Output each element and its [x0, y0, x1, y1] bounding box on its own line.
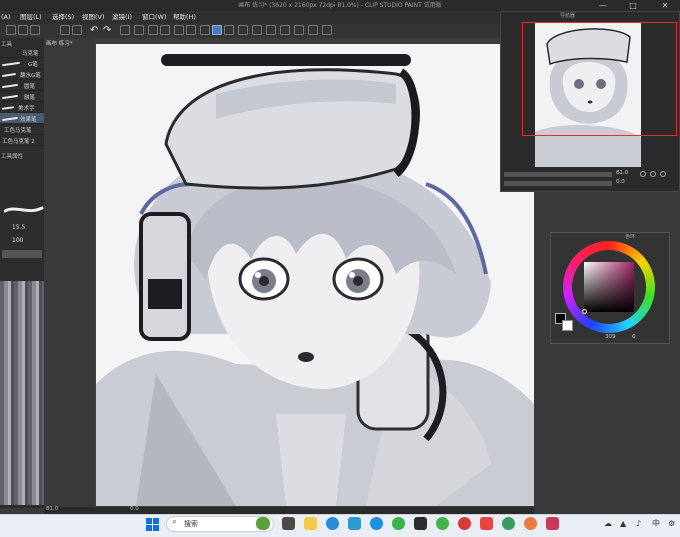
menu-item-a[interactable]: (A)	[1, 11, 11, 24]
grid2-icon[interactable]	[280, 25, 290, 35]
zoom-value[interactable]: 81.0	[46, 506, 58, 512]
menu-item-filter[interactable]: 滤镜(I)	[112, 11, 132, 24]
edge-icon[interactable]	[370, 517, 383, 530]
navigator-title: 导航器	[560, 13, 576, 19]
folder-icon[interactable]	[304, 517, 317, 530]
fit-icon[interactable]	[660, 171, 666, 177]
window-title: 画布 练习* (3620 x 2160px 72dpi 81.0%) - CLI…	[238, 2, 442, 9]
brush-preview-stroke	[3, 203, 44, 215]
navigator-zoom-slider[interactable]	[504, 172, 612, 177]
ime-label[interactable]: 中	[652, 518, 660, 530]
navigator-angle-value: 0.0	[616, 179, 625, 185]
brush-toggle-icon[interactable]	[224, 25, 234, 35]
sub-color-swatch[interactable]	[562, 320, 573, 331]
menu-item-window[interactable]: 窗口(W)	[142, 11, 167, 24]
redo-icon[interactable]: ↷	[103, 24, 113, 38]
netease-icon[interactable]	[458, 517, 471, 530]
selection-icon[interactable]	[174, 25, 184, 35]
edge-browser-icon[interactable]	[326, 517, 339, 530]
copy-icon[interactable]	[60, 25, 70, 35]
drawing-canvas[interactable]	[96, 44, 534, 506]
snap-icon[interactable]	[212, 25, 222, 35]
colorful-icon[interactable]	[524, 517, 537, 530]
task-view-icon[interactable]	[282, 517, 295, 530]
navigator-zoom-value: 81.0	[616, 170, 629, 176]
grid5-icon[interactable]	[322, 25, 332, 35]
color-panel-title: 色环	[625, 234, 636, 240]
taskbar	[0, 514, 680, 537]
brush-size-value[interactable]: 15.5	[12, 224, 25, 231]
app-icon[interactable]	[414, 517, 427, 530]
secondary-panel	[44, 38, 94, 508]
color-value-2: 0	[632, 334, 636, 340]
clear-icon[interactable]	[160, 25, 170, 35]
paste-icon[interactable]	[72, 25, 82, 35]
search-icon: ⌕	[172, 517, 178, 527]
color-set-swatches[interactable]	[0, 281, 44, 505]
transform-icon[interactable]	[134, 25, 144, 35]
grid-icon[interactable]	[266, 25, 276, 35]
crop-icon[interactable]	[186, 25, 196, 35]
red-app-icon[interactable]	[480, 517, 493, 530]
settings-icon[interactable]	[120, 25, 130, 35]
speaker-icon[interactable]: ♪	[636, 518, 641, 530]
help-icon[interactable]	[252, 25, 262, 35]
color-picker-handle[interactable]	[582, 309, 587, 314]
artwork	[96, 44, 534, 506]
new-icon[interactable]	[6, 25, 16, 35]
open-icon[interactable]	[18, 25, 28, 35]
fill-icon[interactable]	[148, 25, 158, 35]
search-highlight-icon[interactable]	[256, 517, 270, 530]
grid4-icon[interactable]	[308, 25, 318, 35]
document-tab[interactable]: 画布 练习*	[46, 39, 73, 47]
paint-app-icon[interactable]	[546, 517, 559, 530]
chrome-icon[interactable]	[502, 517, 515, 530]
menu-item-layer[interactable]: 图层(L)	[20, 11, 42, 24]
navigator-rotate-slider[interactable]	[504, 181, 612, 186]
ruler-icon[interactable]	[238, 25, 248, 35]
rotation-value[interactable]: 0.0	[130, 506, 139, 512]
minimize-button[interactable]: —	[592, 0, 614, 11]
brush-opacity-value[interactable]: 100	[12, 237, 23, 244]
store-icon[interactable]	[348, 517, 361, 530]
undo-icon[interactable]: ↶	[90, 24, 100, 38]
brush-shape-row[interactable]	[2, 250, 42, 258]
menu-item-view[interactable]: 视图(V)	[82, 11, 105, 24]
close-button[interactable]: ✕	[654, 0, 676, 11]
navigator-viewport-frame[interactable]	[522, 22, 677, 136]
lasso-icon[interactable]	[200, 25, 210, 35]
windows-start-icon[interactable]	[146, 518, 159, 531]
cloud-icon[interactable]: ☁	[604, 518, 612, 530]
music-icon[interactable]	[436, 517, 449, 530]
tool-property-title: 工具属性	[1, 154, 24, 160]
wechat-icon[interactable]	[392, 517, 405, 530]
maximize-button[interactable]: □	[622, 0, 644, 11]
zoom-out-icon[interactable]	[650, 171, 656, 177]
saturation-value-square[interactable]	[584, 262, 634, 312]
menu-item-select[interactable]: 选择(S)	[52, 11, 74, 24]
status-bar	[44, 507, 534, 514]
settings-tray-icon[interactable]: ⚙	[668, 518, 675, 530]
search-placeholder: 搜索	[184, 520, 198, 528]
menu-item-help[interactable]: 帮助(H)	[173, 11, 196, 24]
grid3-icon[interactable]	[294, 25, 304, 35]
zoom-in-icon[interactable]	[640, 171, 646, 177]
save-icon[interactable]	[30, 25, 40, 35]
tray-arrow-icon[interactable]: ▲	[620, 518, 626, 530]
color-value-readout: 309	[605, 334, 616, 340]
